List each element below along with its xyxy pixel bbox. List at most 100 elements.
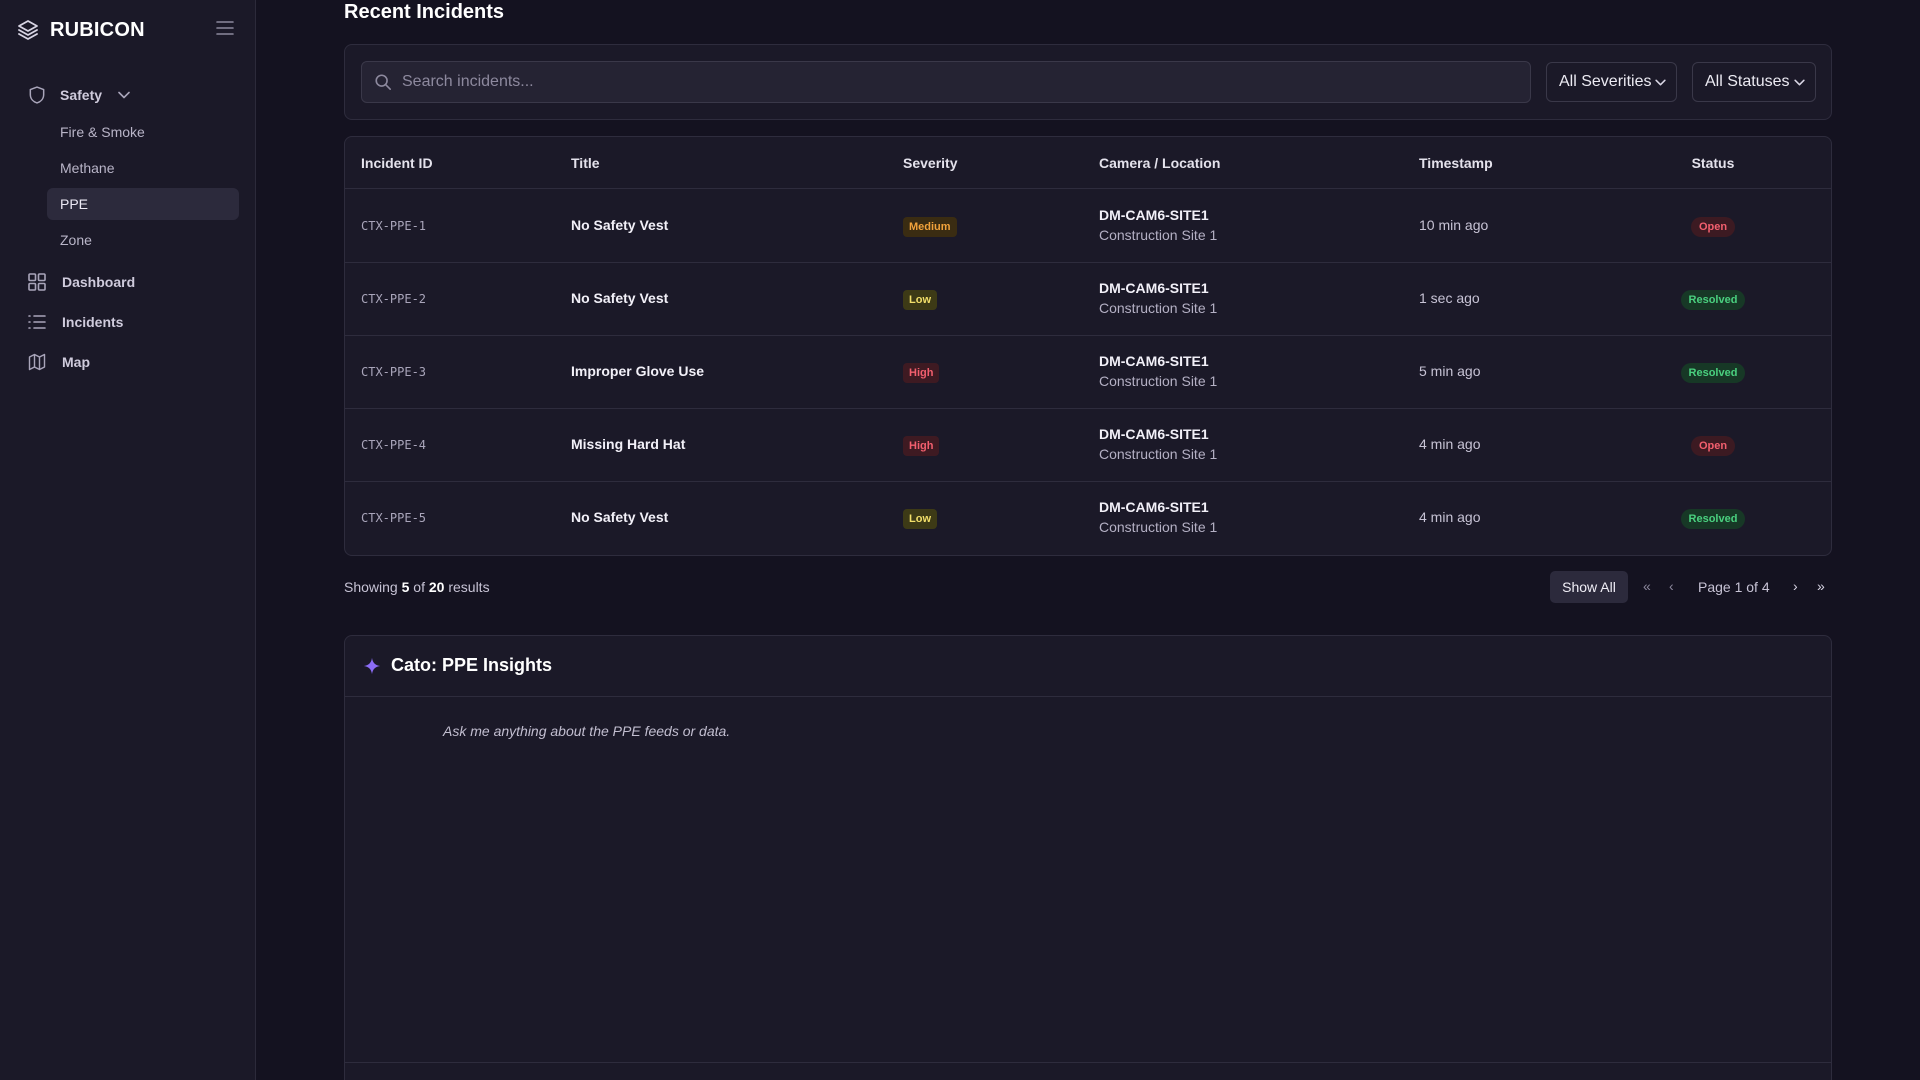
table-header: Incident ID Title Severity Camera / Loca… (345, 137, 1831, 189)
camera-id: DM-CAM6-SITE1 (1099, 353, 1209, 369)
incident-timestamp: 5 min ago (1419, 363, 1481, 379)
severity-badge-cell: High (903, 363, 940, 383)
severity-badge: Medium (903, 217, 957, 237)
sidebar-item-incidents[interactable]: Incidents (26, 308, 123, 336)
severity-badge: High (903, 363, 940, 383)
column-header-timestamp[interactable]: Timestamp (1419, 155, 1493, 171)
insights-panel: Cato: PPE Insights Ask me anything about… (344, 635, 1832, 1080)
chevron-down-icon (1794, 79, 1805, 86)
hamburger-icon (216, 20, 234, 40)
incident-id: CTX-PPE-1 (361, 219, 427, 233)
sidebar-item-fire-smoke[interactable]: Fire & Smoke (47, 116, 239, 148)
page-title: Recent Incidents (344, 1, 505, 23)
brand-name: RUBICON (50, 18, 145, 41)
incident-title: No Safety Vest (571, 217, 669, 233)
incident-title: No Safety Vest (571, 509, 669, 525)
severity-badge: High (903, 436, 940, 456)
incident-timestamp: 4 min ago (1419, 509, 1481, 525)
sidebar-item-methane[interactable]: Methane (47, 152, 239, 184)
map-icon (26, 351, 48, 373)
prev-page-button[interactable]: ‹ (1669, 578, 1674, 594)
dashboard-grid-icon (26, 271, 48, 293)
column-header-camera-location[interactable]: Camera / Location (1099, 155, 1220, 171)
nav-group-label: Safety (60, 87, 103, 103)
next-page-button[interactable]: › (1793, 578, 1798, 594)
camera-location: DM-CAM6-SITE1 Construction Site 1 (1099, 353, 1217, 389)
sparkle-icon (363, 657, 381, 675)
table-row[interactable]: CTX-PPE-3 Improper Glove Use High DM-CAM… (345, 336, 1831, 409)
sidebar-item-label: Dashboard (62, 274, 136, 290)
show-all-button[interactable]: Show All (1550, 571, 1628, 603)
severity-badge: Low (903, 290, 937, 310)
shield-icon (26, 84, 48, 106)
chevron-down-icon (1655, 79, 1666, 86)
camera-location-text: Construction Site 1 (1099, 300, 1218, 316)
list-icon (26, 311, 48, 333)
column-header-status[interactable]: Status (1633, 155, 1793, 171)
camera-location-text: Construction Site 1 (1099, 227, 1218, 243)
column-header-incident-id[interactable]: Incident ID (361, 155, 433, 171)
incident-timestamp: 10 min ago (1419, 217, 1489, 233)
insights-header: Cato: PPE Insights (345, 636, 1831, 697)
incident-title: No Safety Vest (571, 290, 669, 306)
search-box[interactable] (361, 61, 1531, 103)
results-suffix: results (448, 579, 490, 595)
camera-location-text: Construction Site 1 (1099, 446, 1218, 462)
status-filter-select[interactable]: All Statuses (1692, 62, 1816, 102)
table-row[interactable]: CTX-PPE-1 No Safety Vest Medium DM-CAM6-… (345, 190, 1831, 263)
incident-timestamp: 4 min ago (1419, 436, 1481, 452)
camera-location-text: Construction Site 1 (1099, 519, 1218, 535)
column-header-title[interactable]: Title (571, 155, 600, 171)
camera-location: DM-CAM6-SITE1 Construction Site 1 (1099, 499, 1217, 535)
layers-logo-icon (16, 18, 40, 42)
table-row[interactable]: CTX-PPE-4 Missing Hard Hat High DM-CAM6-… (345, 409, 1831, 482)
status-badge: Resolved (1680, 363, 1746, 383)
filter-bar: All Severities All Statuses (344, 44, 1832, 120)
status-badge: Open (1690, 217, 1736, 237)
first-page-button[interactable]: « (1643, 578, 1651, 594)
table-row[interactable]: CTX-PPE-5 No Safety Vest Low DM-CAM6-SIT… (345, 482, 1831, 555)
column-header-severity[interactable]: Severity (903, 155, 957, 171)
severity-filter-select[interactable]: All Severities (1546, 62, 1677, 102)
search-input[interactable] (402, 73, 1530, 91)
brand[interactable]: RUBICON (16, 16, 145, 44)
camera-id: DM-CAM6-SITE1 (1099, 426, 1209, 442)
incidents-table: Incident ID Title Severity Camera / Loca… (344, 136, 1832, 556)
results-of: of (413, 579, 425, 595)
sidebar-item-dashboard[interactable]: Dashboard (26, 268, 135, 296)
status-badge-cell: Open (1633, 217, 1793, 237)
sidebar-item-zone[interactable]: Zone (47, 224, 239, 256)
last-page-button[interactable]: » (1817, 578, 1825, 594)
camera-id: DM-CAM6-SITE1 (1099, 280, 1209, 296)
results-total: 20 (428, 579, 445, 595)
camera-location-text: Construction Site 1 (1099, 373, 1218, 389)
incident-id: CTX-PPE-2 (361, 292, 427, 306)
camera-location: DM-CAM6-SITE1 Construction Site 1 (1099, 426, 1217, 462)
status-badge-cell: Resolved (1633, 509, 1793, 529)
severity-badge-cell: Low (903, 290, 937, 310)
camera-id: DM-CAM6-SITE1 (1099, 207, 1209, 223)
search-icon (374, 73, 392, 91)
camera-location: DM-CAM6-SITE1 Construction Site 1 (1099, 280, 1217, 316)
sidebar: RUBICON Safety Fire & Smoke Methane PPE … (0, 0, 256, 1080)
status-badge-cell: Resolved (1633, 363, 1793, 383)
camera-id: DM-CAM6-SITE1 (1099, 499, 1209, 515)
page-info: Page 1 of 4 (1698, 579, 1770, 595)
results-summary: Showing 5 of 20 results (344, 579, 490, 595)
sidebar-item-map[interactable]: Map (26, 348, 90, 376)
incident-title: Missing Hard Hat (571, 436, 686, 452)
sidebar-item-ppe[interactable]: PPE (47, 188, 239, 220)
table-row[interactable]: CTX-PPE-2 No Safety Vest Low DM-CAM6-SIT… (345, 263, 1831, 336)
severity-badge-cell: Low (903, 509, 937, 529)
results-prefix: Showing (344, 579, 398, 595)
chevron-down-icon (118, 91, 130, 99)
status-badge: Resolved (1680, 290, 1746, 310)
results-shown: 5 (401, 579, 410, 595)
incident-id: CTX-PPE-5 (361, 511, 427, 525)
incident-id: CTX-PPE-3 (361, 365, 427, 379)
incident-timestamp: 1 sec ago (1419, 290, 1480, 306)
nav-group-safety[interactable]: Safety (26, 82, 130, 108)
sidebar-item-label: Map (62, 354, 90, 370)
status-badge-cell: Resolved (1633, 290, 1793, 310)
menu-toggle-button[interactable] (214, 20, 236, 40)
